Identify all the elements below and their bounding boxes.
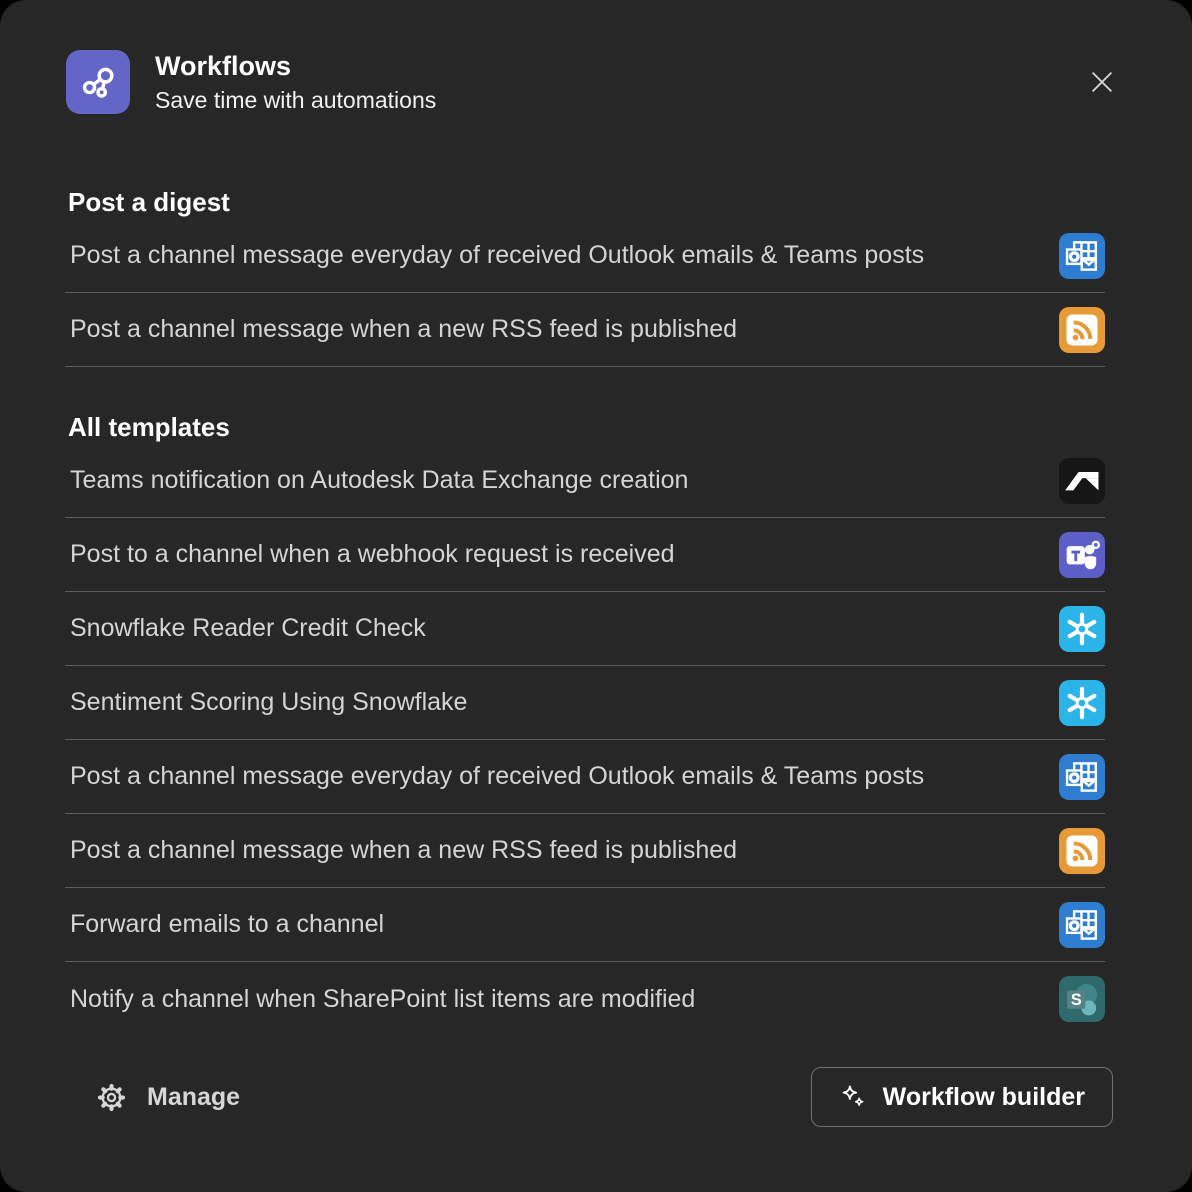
template-label: Teams notification on Autodesk Data Exch…: [70, 466, 688, 495]
dialog-title: Workflows: [155, 50, 1059, 82]
template-label: Post to a channel when a webhook request…: [70, 540, 675, 569]
manage-label: Manage: [147, 1083, 240, 1112]
dialog-subtitle: Save time with automations: [155, 87, 1059, 114]
template-row[interactable]: Post a channel message when a new RSS fe…: [65, 814, 1105, 888]
workflows-dialog: Workflows Save time with automations Pos…: [0, 0, 1192, 1192]
header-titles: Workflows Save time with automations: [155, 50, 1059, 114]
template-label: Post a channel message everyday of recei…: [70, 241, 924, 270]
section-post-a-digest: Post a digest Post a channel message eve…: [65, 185, 1105, 367]
template-label: Post a channel message everyday of recei…: [70, 762, 924, 791]
workflows-app-icon: [66, 50, 130, 114]
template-label: Post a channel message when a new RSS fe…: [70, 315, 737, 344]
workflow-builder-label: Workflow builder: [883, 1083, 1085, 1112]
snowflake-icon: [1059, 606, 1105, 652]
close-icon: [1087, 67, 1117, 97]
teams-icon: [1059, 532, 1105, 578]
outlook-icon: [1059, 233, 1105, 279]
template-row[interactable]: Post a channel message everyday of recei…: [65, 219, 1105, 293]
template-label: Sentiment Scoring Using Snowflake: [70, 688, 467, 717]
rss-icon: [1059, 307, 1105, 353]
outlook-icon: [1059, 754, 1105, 800]
manage-button[interactable]: Manage: [95, 1081, 240, 1114]
template-row[interactable]: Teams notification on Autodesk Data Exch…: [65, 444, 1105, 518]
workflow-icon: [75, 59, 121, 105]
outlook-icon: [1059, 902, 1105, 948]
section-heading: Post a digest: [65, 185, 1105, 219]
section-heading: All templates: [65, 410, 1105, 444]
close-button[interactable]: [1084, 64, 1120, 100]
snowflake-icon: [1059, 680, 1105, 726]
gear-icon: [95, 1081, 128, 1114]
template-label: Notify a channel when SharePoint list it…: [70, 985, 695, 1014]
template-row[interactable]: Sentiment Scoring Using Snowflake: [65, 666, 1105, 740]
template-label: Forward emails to a channel: [70, 910, 384, 939]
template-row[interactable]: Post to a channel when a webhook request…: [65, 518, 1105, 592]
template-row[interactable]: Post a channel message when a new RSS fe…: [65, 293, 1105, 367]
template-row[interactable]: Forward emails to a channel: [65, 888, 1105, 962]
sharepoint-icon: [1059, 976, 1105, 1022]
template-label: Snowflake Reader Credit Check: [70, 614, 426, 643]
template-row[interactable]: Post a channel message everyday of recei…: [65, 740, 1105, 814]
dialog-header: Workflows Save time with automations: [0, 0, 1192, 114]
autodesk-icon: [1059, 458, 1105, 504]
rss-icon: [1059, 828, 1105, 874]
sparkles-icon: [839, 1083, 868, 1112]
template-row[interactable]: Notify a channel when SharePoint list it…: [65, 962, 1105, 1036]
section-all-templates: All templates Teams notification on Auto…: [65, 410, 1105, 1036]
template-row[interactable]: Snowflake Reader Credit Check: [65, 592, 1105, 666]
workflow-builder-button[interactable]: Workflow builder: [811, 1067, 1113, 1127]
template-label: Post a channel message when a new RSS fe…: [70, 836, 737, 865]
dialog-footer: Manage Workflow builder: [65, 1067, 1113, 1127]
